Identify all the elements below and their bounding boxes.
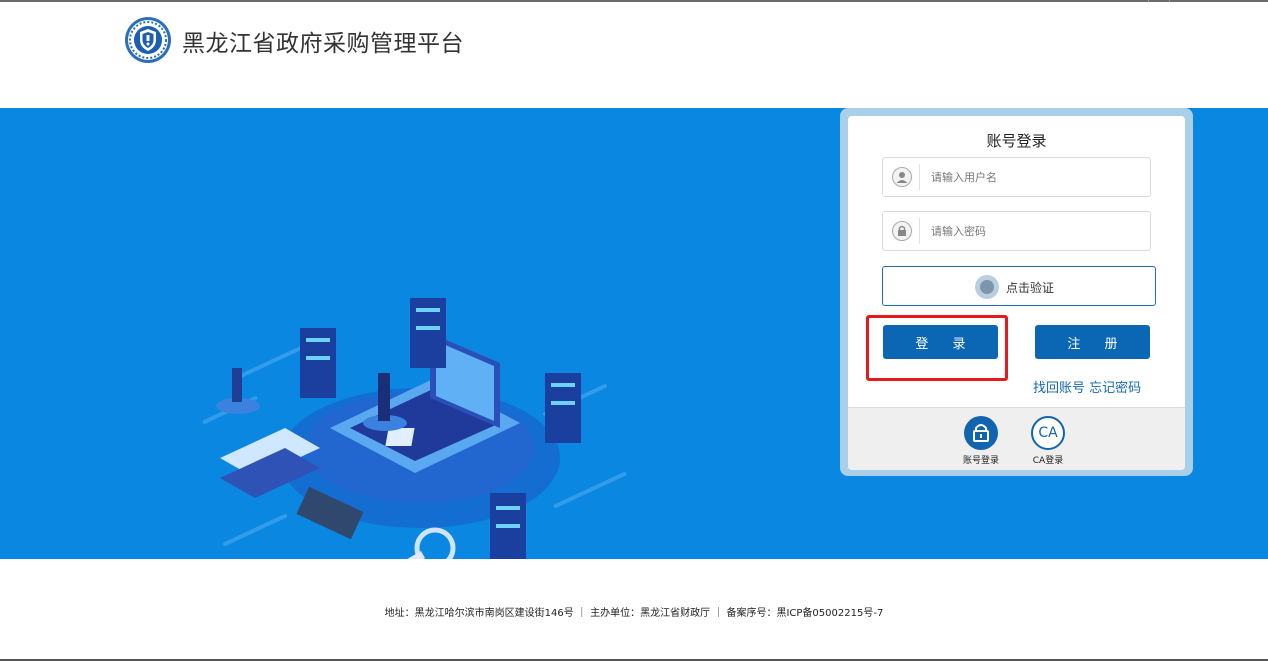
- forgot-password-link[interactable]: 忘记密码: [1089, 381, 1141, 396]
- username-field[interactable]: [882, 157, 1151, 197]
- login-mode-bar: 账号登录 CA CA登录: [848, 407, 1185, 470]
- lock-icon: [892, 221, 912, 241]
- ca-icon: CA: [1031, 416, 1065, 450]
- username-input[interactable]: [931, 166, 1141, 188]
- field-separator: [919, 164, 920, 190]
- ca-login-label: CA登录: [1032, 456, 1064, 466]
- login-title: 账号登录: [986, 132, 1047, 150]
- verify-label: 点击验证: [1006, 281, 1055, 295]
- shield-check-icon: [975, 275, 999, 299]
- site-title: 黑龙江省政府采购管理平台: [182, 31, 464, 57]
- register-button[interactable]: 注 册: [1035, 325, 1150, 359]
- lock-icon: [964, 416, 998, 450]
- password-field[interactable]: [882, 211, 1151, 251]
- user-icon: [892, 167, 912, 187]
- login-button[interactable]: 登 录: [883, 325, 998, 359]
- platform-illustration: [202, 298, 627, 559]
- account-login-mode[interactable]: 账号登录: [951, 416, 1011, 466]
- ca-login-mode[interactable]: CA CA登录: [1018, 416, 1078, 466]
- field-separator: [919, 218, 920, 244]
- footer-info: 地址：黑龙江哈尔滨市南岗区建设街146号 ｜ 主办单位：黑龙江省财政厅 ｜ 备案…: [384, 608, 884, 619]
- verify-button[interactable]: 点击验证: [882, 266, 1156, 306]
- account-login-label: 账号登录: [962, 456, 999, 466]
- header: 黑龙江省政府采购管理平台: [0, 2, 1268, 108]
- emblem-logo: [125, 17, 171, 63]
- password-input[interactable]: [931, 220, 1141, 242]
- login-panel: 账号登录 点击验证 登 录 注 册 找回账号 忘记密码 账号登录 CA: [848, 116, 1185, 470]
- account-links: 找回账号 忘记密码: [1033, 377, 1141, 396]
- find-account-link[interactable]: 找回账号: [1033, 381, 1085, 396]
